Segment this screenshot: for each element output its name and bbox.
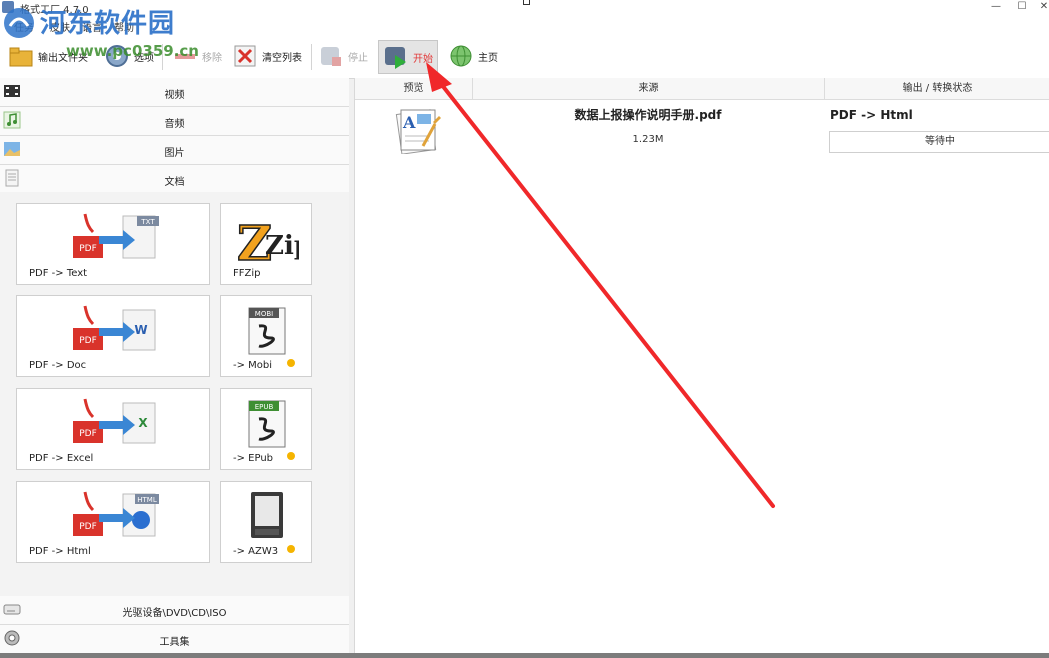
- tile-pdf-to-text-label: PDF -> Text: [29, 268, 88, 279]
- svg-text:A: A: [402, 113, 416, 132]
- svg-text:PDF: PDF: [79, 336, 97, 346]
- document-preview-icon: A: [395, 109, 441, 154]
- tile-epub[interactable]: EPUB -> EPub: [220, 388, 312, 470]
- tile-ffzip-label: FFZip: [233, 268, 261, 279]
- clear-list-label: 清空列表: [262, 52, 302, 64]
- category-audio-label: 音频: [164, 119, 185, 130]
- column-preview[interactable]: 预览: [355, 78, 473, 99]
- tile-pdf-to-doc-label: PDF -> Doc: [29, 360, 87, 371]
- svg-text:HTML: HTML: [137, 496, 157, 504]
- stop-label: 停止: [348, 52, 368, 64]
- category-toolbox-label: 工具集: [159, 637, 190, 648]
- epub-icon: EPUB: [248, 400, 286, 448]
- bottom-border: [0, 653, 1049, 658]
- category-image[interactable]: 图片: [0, 136, 349, 165]
- task-table-header: 预览 来源 输出 / 转换状态: [355, 78, 1049, 100]
- svg-text:PDF: PDF: [79, 244, 97, 254]
- tile-pdf-to-excel-label: PDF -> Excel: [29, 453, 94, 464]
- svg-text:PDF: PDF: [79, 522, 97, 532]
- home-button[interactable]: 主页: [448, 40, 498, 72]
- folder-icon: [8, 43, 34, 69]
- ereader-icon: [251, 492, 283, 538]
- tile-mobi-label: -> Mobi: [233, 360, 273, 371]
- tile-azw3-label: -> AZW3: [233, 546, 279, 557]
- watermark-title: 河东软件园: [40, 9, 176, 39]
- category-toolbox[interactable]: 工具集: [0, 625, 349, 654]
- tile-mobi[interactable]: MOBI -> Mobi: [220, 295, 312, 377]
- stop-icon: [318, 43, 344, 69]
- clear-list-icon: [232, 43, 258, 69]
- tile-pdf-to-html-label: PDF -> Html: [29, 546, 91, 557]
- globe-icon: [448, 43, 474, 69]
- close-button[interactable]: ✕: [1030, 0, 1049, 14]
- status-dot: [287, 359, 295, 367]
- tile-pdf-to-doc[interactable]: W PDF PDF -> Doc: [16, 295, 210, 377]
- category-rom-device[interactable]: 光驱设备\DVD\CD\ISO: [0, 596, 349, 625]
- category-video[interactable]: 视频: [0, 78, 349, 107]
- pdf-to-excel-icon: X PDF: [73, 398, 156, 444]
- watermark-logo-icon: [2, 6, 36, 40]
- minimize-button[interactable]: —: [982, 0, 1010, 14]
- category-rom-device-label: 光驱设备\DVD\CD\ISO: [122, 608, 227, 619]
- category-document-label: 文档: [164, 177, 185, 188]
- start-icon: [383, 44, 409, 70]
- pdf-to-html-icon: HTML PDF: [73, 491, 159, 537]
- tile-epub-label: -> EPub: [233, 453, 274, 464]
- tile-pdf-to-html[interactable]: HTML PDF PDF -> Html: [16, 481, 210, 563]
- conversion-type: PDF -> Html: [830, 108, 913, 122]
- svg-text:EPUB: EPUB: [255, 403, 274, 411]
- category-video-label: 视频: [164, 90, 185, 101]
- column-output-status[interactable]: 输出 / 转换状态: [825, 78, 1049, 99]
- clear-list-button[interactable]: 清空列表: [232, 40, 302, 72]
- document-function-area: TXT PDF PDF -> Text Z Zip FFZip W PDF: [0, 192, 349, 596]
- start-label: 开始: [413, 53, 433, 65]
- svg-text:PDF: PDF: [79, 429, 97, 439]
- task-list-panel: 预览 来源 输出 / 转换状态 A 数据上报操作说明手册.pdf 1.23M P…: [354, 78, 1049, 654]
- tile-azw3[interactable]: -> AZW3: [220, 481, 312, 563]
- status-badge: 等待中: [829, 131, 1049, 153]
- mobi-icon: MOBI: [248, 307, 286, 355]
- source-file-name: 数据上报操作说明手册.pdf: [574, 108, 722, 122]
- category-document[interactable]: 文档: [0, 165, 349, 194]
- tile-ffzip[interactable]: Z Zip FFZip: [220, 203, 312, 285]
- start-button[interactable]: 开始: [378, 40, 438, 74]
- status-dot: [287, 452, 295, 460]
- tile-pdf-to-excel[interactable]: X PDF PDF -> Excel: [16, 388, 210, 470]
- svg-text:MOBI: MOBI: [255, 310, 273, 318]
- pdf-to-text-icon: TXT PDF: [73, 213, 159, 259]
- pdf-to-doc-icon: W PDF: [73, 305, 156, 351]
- cursor-marker-icon: [523, 0, 530, 5]
- svg-text:W: W: [134, 323, 147, 337]
- home-label: 主页: [478, 52, 498, 64]
- toolbar-separator: [311, 44, 312, 70]
- svg-text:TXT: TXT: [140, 218, 155, 226]
- left-panel: 视频 音频 图片 文档 TXT PDF PDF -> Text Z Zi FFZ…: [0, 78, 349, 654]
- column-source[interactable]: 来源: [473, 78, 825, 99]
- svg-text:Zip: Zip: [265, 231, 299, 261]
- stop-button[interactable]: 停止: [318, 40, 368, 72]
- watermark-url: www.pc0359.cn: [66, 42, 199, 60]
- source-file-size: 1.23M: [632, 134, 664, 145]
- remove-label: 移除: [202, 52, 222, 64]
- category-image-label: 图片: [164, 148, 185, 159]
- category-audio[interactable]: 音频: [0, 107, 349, 136]
- status-dot: [287, 545, 295, 553]
- tile-pdf-to-text[interactable]: TXT PDF PDF -> Text: [16, 203, 210, 285]
- svg-text:X: X: [138, 416, 148, 430]
- ffzip-icon: Z Zip: [236, 215, 299, 266]
